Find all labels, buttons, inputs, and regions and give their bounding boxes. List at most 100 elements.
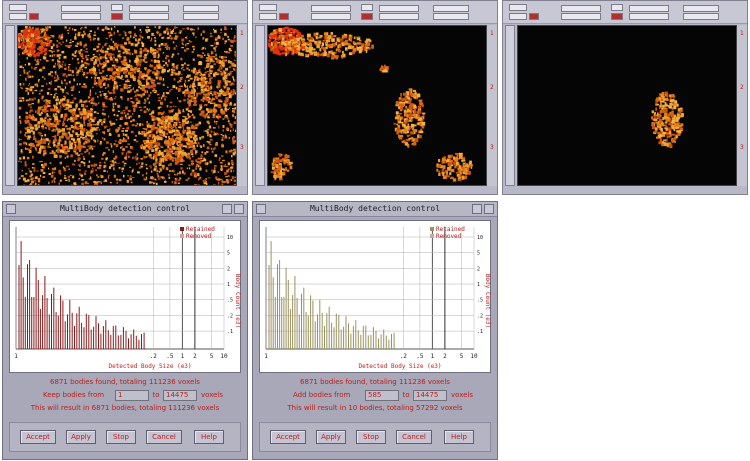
speckle — [149, 165, 152, 167]
toolbar-field[interactable] — [629, 13, 669, 20]
speckle — [211, 150, 214, 153]
toolbar-field[interactable] — [683, 5, 719, 12]
speckle — [124, 122, 127, 125]
minimize-button[interactable] — [472, 204, 482, 214]
body-voxel — [141, 84, 146, 87]
toolbar-button[interactable] — [9, 13, 27, 20]
body-voxel — [55, 128, 59, 131]
body-voxel — [134, 50, 138, 54]
speckle — [20, 138, 22, 141]
speckle — [145, 156, 148, 158]
toolbar-field[interactable] — [129, 13, 169, 20]
toolbar-field[interactable] — [61, 5, 101, 12]
viewer-scrollbar[interactable] — [255, 25, 265, 186]
toolbar-field[interactable] — [433, 13, 469, 20]
toolbar-field[interactable] — [311, 13, 351, 20]
apply-button[interactable]: Apply — [66, 430, 96, 444]
viewer-scrollbar[interactable] — [505, 25, 515, 186]
accept-button[interactable]: Accept — [20, 430, 56, 444]
toolbar-field[interactable] — [379, 13, 419, 20]
help-button[interactable]: Help — [444, 430, 474, 444]
stop-button[interactable]: Stop — [106, 430, 136, 444]
body-voxel — [206, 63, 209, 68]
speckle — [71, 94, 74, 96]
body-voxel — [153, 59, 157, 63]
toolbar-button[interactable] — [259, 13, 277, 20]
speckle — [81, 69, 84, 71]
toolbar-field[interactable] — [61, 13, 101, 20]
body-voxel — [401, 103, 405, 107]
toolbar-field[interactable] — [183, 13, 219, 20]
speckle — [105, 92, 107, 96]
speckle — [42, 76, 44, 78]
toolbar-button[interactable] — [259, 4, 277, 11]
body-voxel — [179, 143, 183, 147]
body-voxel — [78, 149, 81, 152]
speckle — [63, 55, 67, 59]
range-from-input[interactable]: 1 — [115, 390, 149, 401]
speckle — [224, 163, 226, 166]
speckle — [160, 101, 163, 104]
range-from-input[interactable]: 585 — [365, 390, 399, 401]
speckle — [55, 92, 58, 94]
speckle — [64, 86, 67, 89]
toolbar-button[interactable] — [509, 13, 527, 20]
speckle — [35, 110, 37, 114]
body-voxel — [34, 28, 39, 32]
toolbar-field[interactable] — [629, 5, 669, 12]
toolbar-field[interactable] — [183, 5, 219, 12]
toolbar-button[interactable] — [361, 4, 373, 11]
speckle — [92, 37, 95, 41]
toolbar-field[interactable] — [561, 5, 601, 12]
body-voxel — [336, 38, 339, 42]
viewer-scrollbar[interactable] — [5, 25, 15, 186]
speckle — [71, 184, 73, 185]
toolbar-field[interactable] — [683, 13, 719, 20]
body-voxel — [292, 43, 297, 46]
speckle — [187, 177, 190, 180]
maximize-button[interactable] — [484, 204, 494, 214]
speckle — [234, 90, 236, 93]
cancel-button[interactable]: Cancel — [146, 430, 182, 444]
body-voxel — [169, 116, 174, 121]
speckle — [208, 114, 210, 116]
body-voxel — [398, 112, 402, 115]
toolbar-field[interactable] — [433, 5, 469, 12]
toolbar-field[interactable] — [379, 5, 419, 12]
range-to-input[interactable]: 14475 — [163, 390, 197, 401]
stop-button[interactable]: Stop — [356, 430, 386, 444]
toolbar-button[interactable] — [9, 4, 27, 11]
speckle — [217, 36, 221, 39]
window-menu-button[interactable] — [256, 204, 266, 214]
toolbar-button[interactable] — [111, 4, 123, 11]
speckle — [30, 86, 32, 89]
toolbar-field[interactable] — [561, 13, 601, 20]
toolbar-button[interactable] — [611, 4, 623, 11]
body-voxel — [403, 139, 406, 143]
help-button[interactable]: Help — [194, 430, 224, 444]
toolbar-field[interactable] — [311, 5, 351, 12]
speckle — [97, 37, 100, 41]
speckle — [102, 185, 104, 186]
speckle — [222, 129, 224, 132]
speckle — [184, 62, 186, 65]
accept-button[interactable]: Accept — [270, 430, 306, 444]
toolbar-button[interactable] — [509, 4, 527, 11]
minimize-button[interactable] — [222, 204, 232, 214]
apply-button[interactable]: Apply — [316, 430, 346, 444]
window-menu-button[interactable] — [6, 204, 16, 214]
speckle — [200, 33, 202, 36]
speckle — [200, 55, 203, 59]
body-voxel — [470, 166, 473, 169]
body-voxel — [232, 91, 235, 95]
speckle — [72, 99, 74, 102]
speckle — [212, 56, 215, 58]
speckle — [106, 170, 108, 173]
body-voxel — [466, 167, 469, 171]
maximize-button[interactable] — [234, 204, 244, 214]
range-to-input[interactable]: 14475 — [413, 390, 447, 401]
cancel-button[interactable]: Cancel — [396, 430, 432, 444]
body-voxel — [182, 122, 185, 126]
speckle — [112, 105, 115, 109]
toolbar-field[interactable] — [129, 5, 169, 12]
